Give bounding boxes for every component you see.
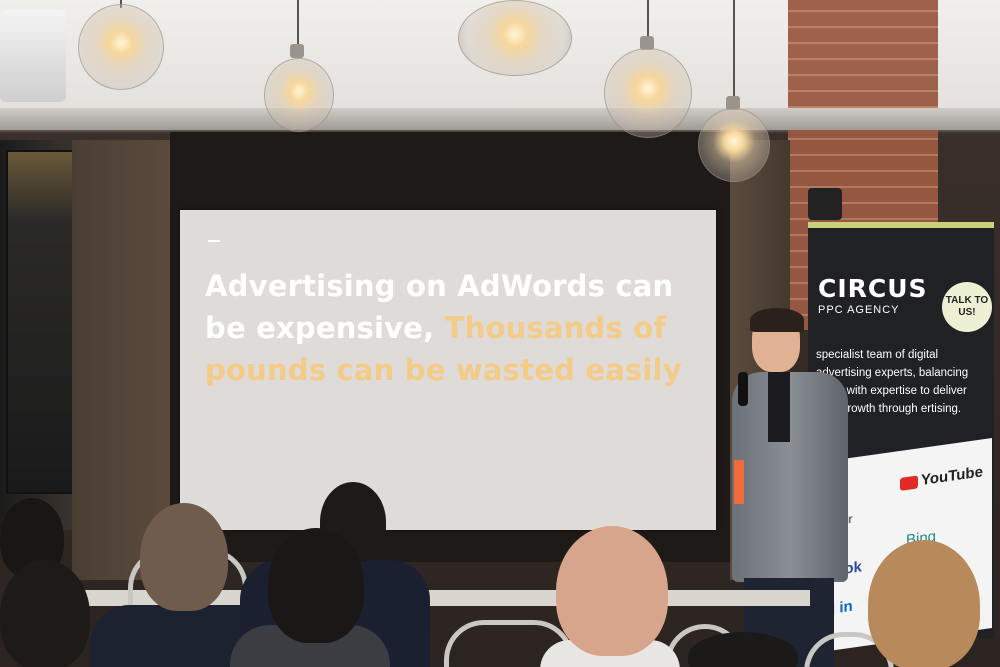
presenter-jacket [732, 372, 848, 582]
talk-badge: TALK TO US! [942, 282, 992, 332]
audience-head [0, 560, 90, 667]
presenter-shirt [768, 372, 790, 442]
pendant-lamp [264, 58, 334, 132]
youtube-logo: YouTube [900, 463, 983, 492]
lamp-cord [733, 0, 735, 100]
slide-dash [208, 240, 220, 242]
lamp-cap [290, 44, 304, 58]
youtube-play-icon [900, 474, 918, 491]
pendant-lamp [458, 0, 572, 76]
wall-speaker [808, 188, 842, 220]
projector [0, 10, 66, 102]
pendant-lamp [604, 48, 692, 138]
pendant-lamp [698, 108, 770, 182]
microphone [738, 372, 748, 406]
badge-label: TALK TO US! [945, 295, 989, 318]
event-photo: Advertising on AdWords can be expensive,… [0, 0, 1000, 667]
pendant-lamp [78, 4, 164, 90]
ceiling-rail [0, 108, 1000, 130]
audience-head [268, 528, 364, 643]
audience-head [556, 526, 668, 656]
slide-headline: Advertising on AdWords can be expensive,… [205, 265, 705, 391]
presentation-slide: Advertising on AdWords can be expensive,… [180, 210, 716, 530]
presenter [720, 308, 850, 667]
window [6, 150, 80, 494]
audience-head [140, 503, 228, 611]
banner-brand: CIRCUS [818, 274, 928, 303]
lamp-cord [647, 0, 649, 40]
lamp-cord [297, 0, 299, 48]
audience-head [868, 540, 980, 667]
presenter-hair [750, 308, 804, 332]
youtube-label: YouTube [921, 463, 983, 489]
lanyard [734, 460, 744, 504]
